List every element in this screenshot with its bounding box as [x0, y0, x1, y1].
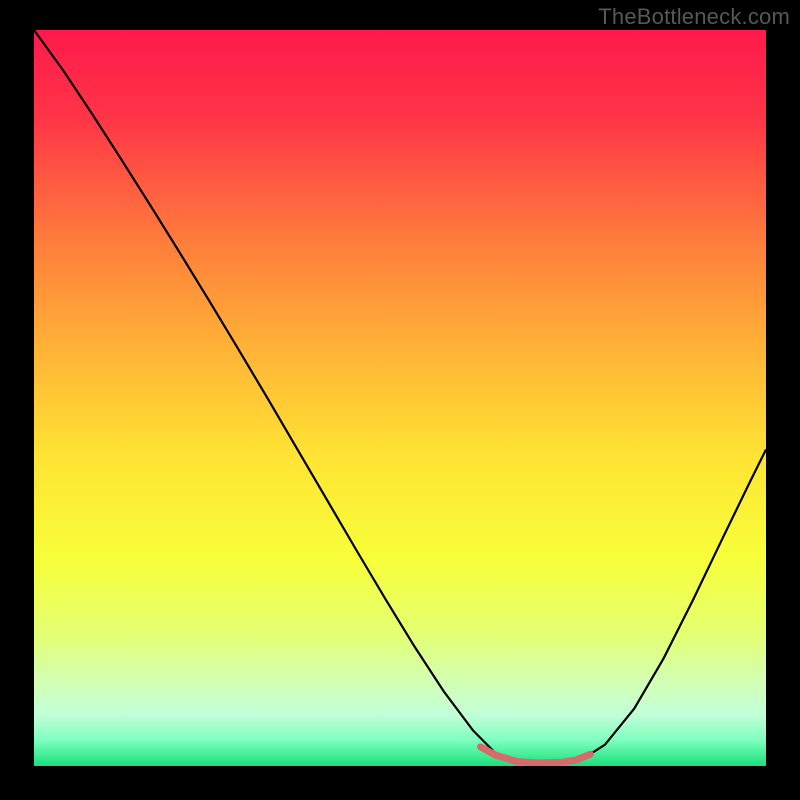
chart-svg	[34, 30, 766, 766]
watermark-text: TheBottleneck.com	[598, 4, 790, 30]
chart-frame: TheBottleneck.com	[0, 0, 800, 800]
chart-plot-area	[34, 30, 766, 766]
chart-background	[34, 30, 766, 766]
